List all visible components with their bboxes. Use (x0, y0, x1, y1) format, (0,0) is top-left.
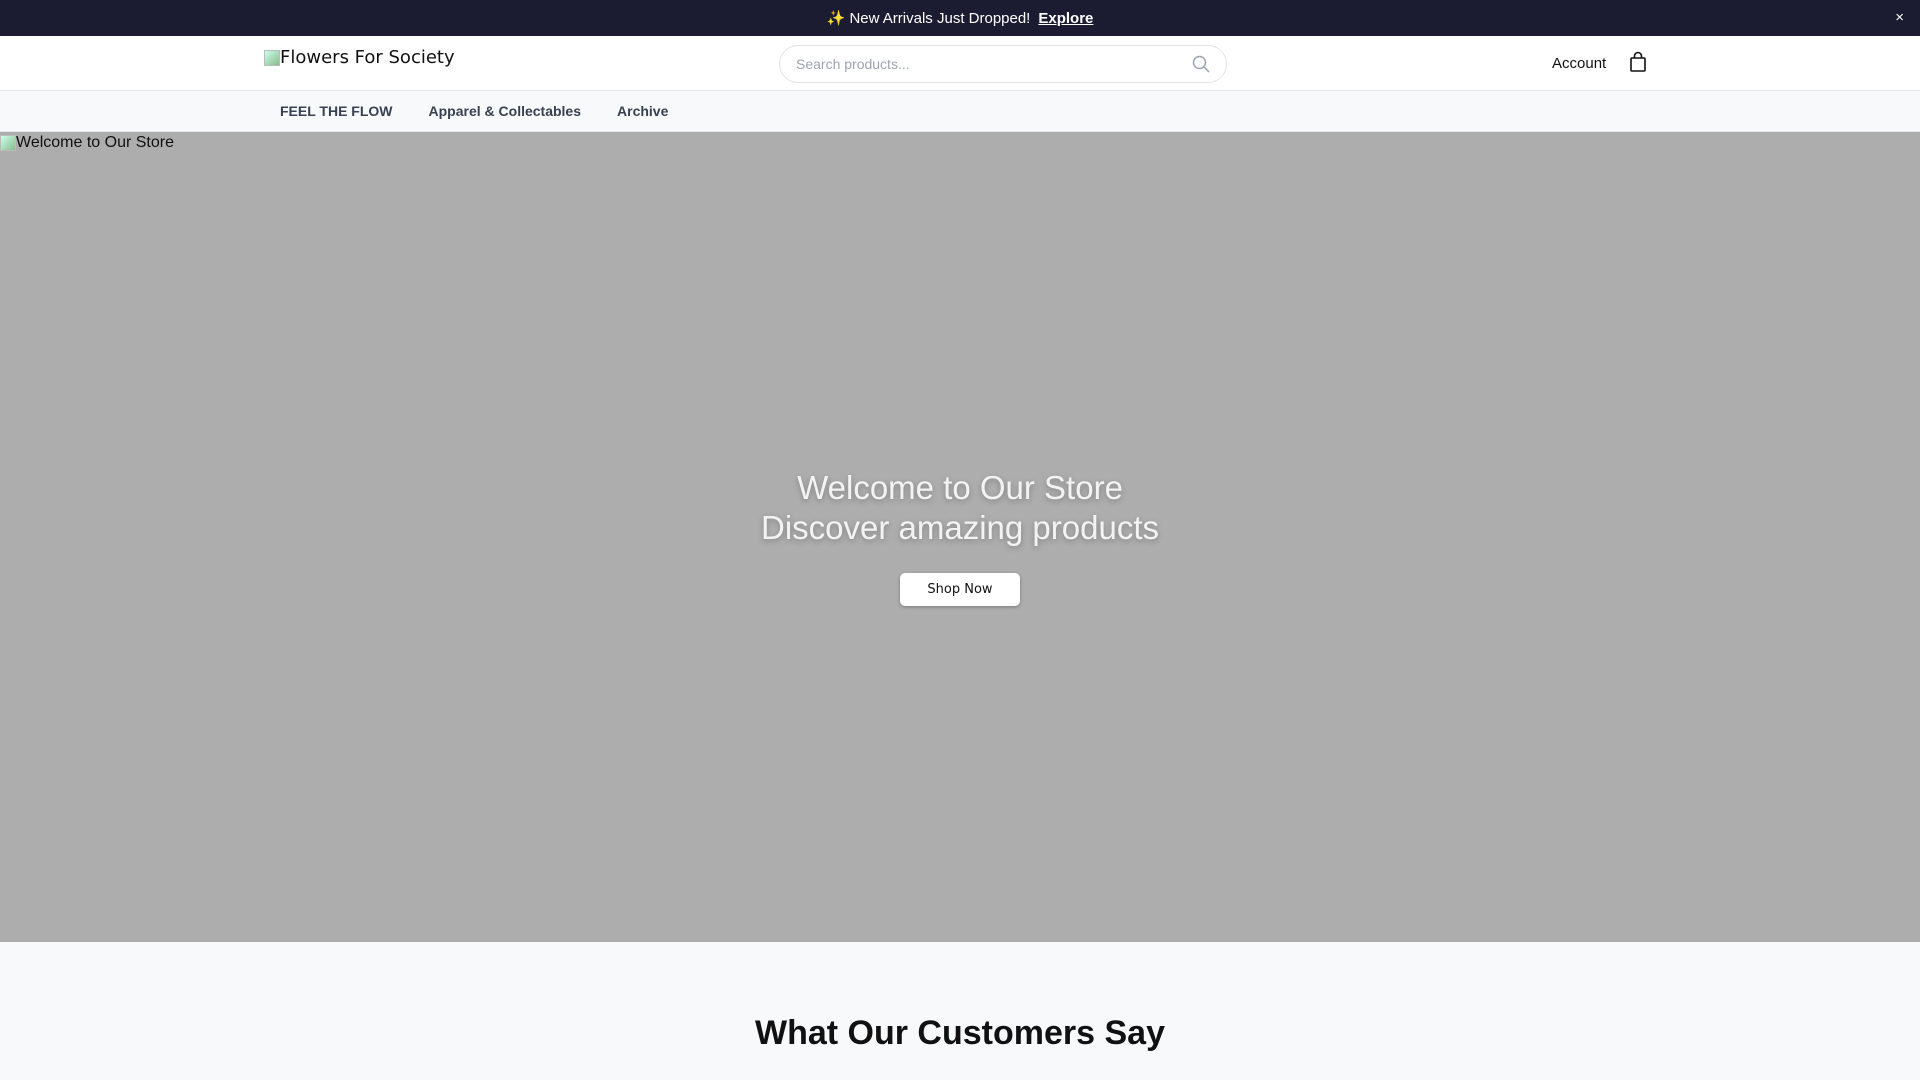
site-header: Flowers For Society Account (0, 36, 1920, 91)
hero-banner: Welcome to Our Store Welcome to Our Stor… (0, 132, 1920, 942)
testimonials-section: What Our Customers Say (0, 942, 1920, 1053)
announcement-text: ✨ New Arrivals Just Dropped! (826, 10, 1031, 27)
search-input[interactable] (796, 56, 1192, 72)
hero-image-alt: Welcome to Our Store (16, 134, 174, 151)
nav-item-apparel[interactable]: Apparel & Collectables (429, 103, 582, 119)
nav-item-feel-the-flow[interactable]: FEEL THE FLOW (280, 103, 393, 119)
hero-title: Welcome to Our Store (797, 469, 1123, 506)
announcement-bar: ✨ New Arrivals Just Dropped! Explore × (0, 0, 1920, 36)
close-icon[interactable]: × (1895, 9, 1904, 26)
search-box (779, 45, 1227, 83)
logo[interactable]: Flowers For Society (264, 47, 455, 68)
hero-subtitle: Discover amazing products (761, 509, 1159, 546)
shopping-bag-icon[interactable] (1629, 51, 1647, 73)
logo-alt-text: Flowers For Society (280, 47, 455, 68)
search-icon[interactable] (1192, 55, 1210, 73)
shop-now-button[interactable]: Shop Now (900, 573, 1020, 606)
broken-image-icon (0, 135, 16, 151)
hero-image: Welcome to Our Store (0, 134, 174, 152)
testimonials-heading: What Our Customers Say (755, 1014, 1165, 1052)
nav-item-archive[interactable]: Archive (617, 103, 668, 119)
broken-image-icon (264, 49, 280, 66)
account-link[interactable]: Account (1552, 55, 1606, 72)
explore-link[interactable]: Explore (1038, 10, 1093, 27)
main-nav: FEEL THE FLOW Apparel & Collectables Arc… (0, 91, 1920, 132)
